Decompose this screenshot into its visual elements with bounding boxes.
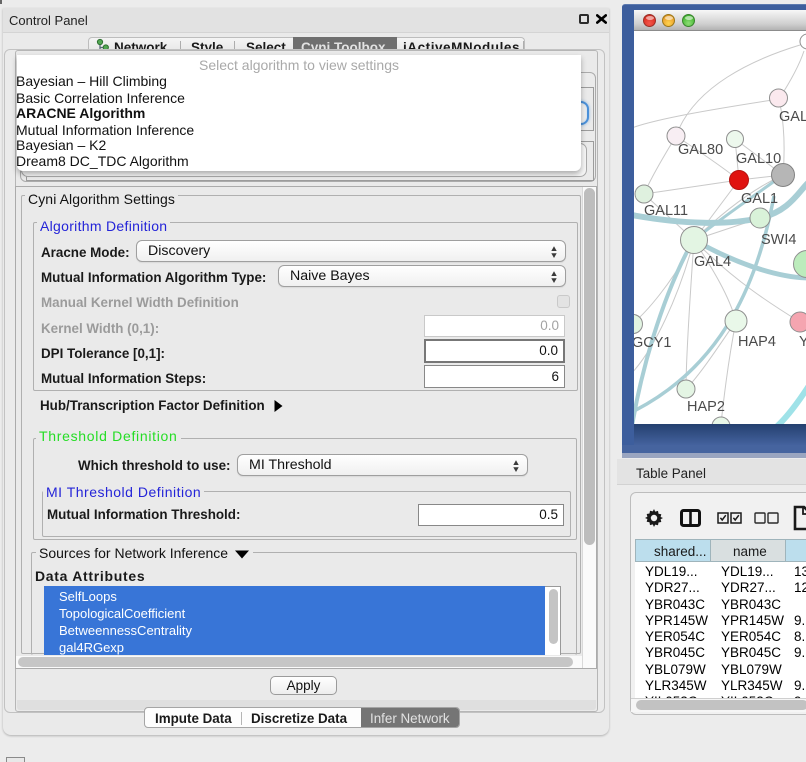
svg-text:GAL10: GAL10 xyxy=(736,151,781,167)
svg-text:GAL80: GAL80 xyxy=(678,142,723,158)
svg-text:HAP2: HAP2 xyxy=(687,399,725,415)
svg-text:GCY1: GCY1 xyxy=(634,335,672,351)
svg-text:SWI4: SWI4 xyxy=(761,232,796,248)
svg-text:GAL4: GAL4 xyxy=(694,254,731,270)
svg-text:GAL1: GAL1 xyxy=(741,191,778,207)
svg-text:HAP4: HAP4 xyxy=(738,334,776,350)
svg-text:GAL11: GAL11 xyxy=(644,203,688,219)
svg-text:YL: YL xyxy=(799,334,806,350)
svg-text:GAL7: GAL7 xyxy=(779,109,806,125)
